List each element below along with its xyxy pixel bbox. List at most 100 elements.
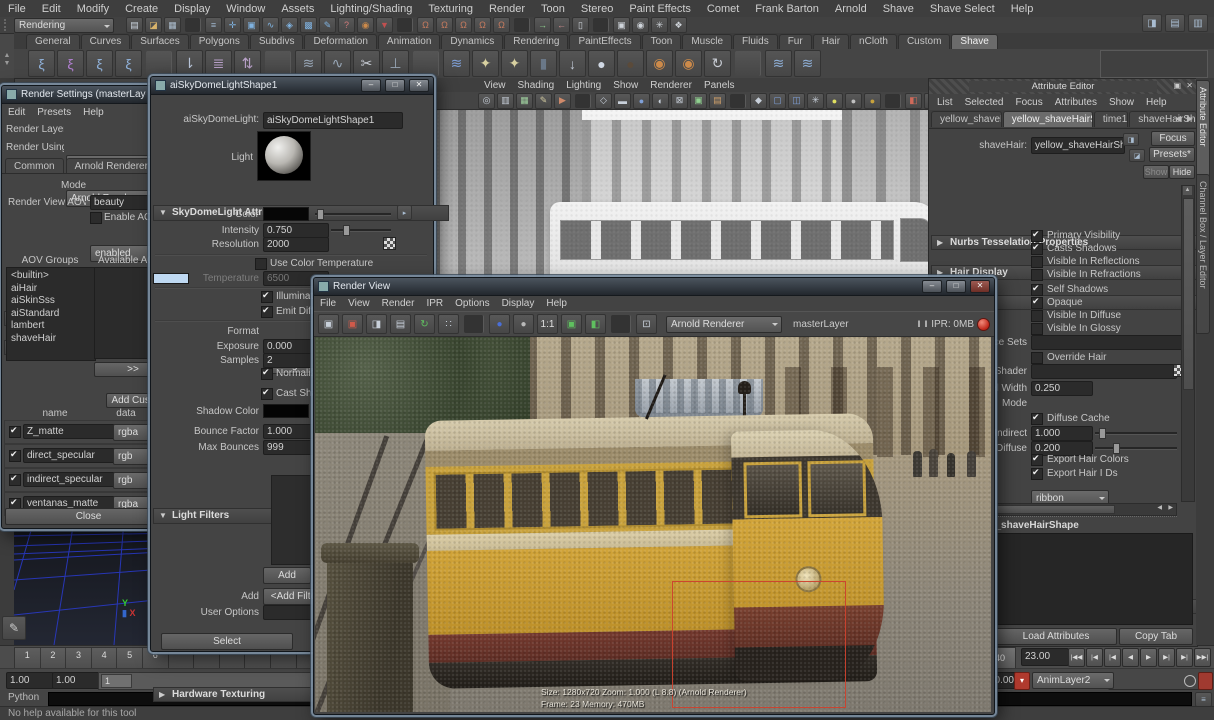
open-scene-icon[interactable]: ◪	[145, 17, 162, 33]
maximize-button[interactable]: □	[946, 280, 966, 293]
render-settings-tab[interactable]: Arnold Renderer	[66, 158, 157, 174]
close-button[interactable]: ✕	[409, 79, 429, 92]
attribute-editor-menu-item[interactable]: Attributes	[1049, 94, 1103, 110]
anim-layer-icon[interactable]	[1198, 672, 1213, 690]
step-back-key-button[interactable]: |◀	[1104, 648, 1121, 667]
menubar-item[interactable]: Paint Effects	[621, 0, 699, 17]
snap-curve-icon[interactable]: Ω	[436, 17, 453, 33]
menubar-item[interactable]: Texturing	[420, 0, 481, 17]
textured-icon[interactable]: ●	[633, 93, 650, 109]
shelf-icon[interactable]	[146, 51, 172, 76]
checkbox[interactable]	[1031, 323, 1043, 335]
shave-recomb-icon[interactable]: ξ	[115, 50, 142, 77]
save-scene-icon[interactable]: ▦	[164, 17, 181, 33]
one-to-one-icon[interactable]: 1:1	[537, 314, 558, 334]
lock-selection-icon[interactable]: ◉	[357, 17, 374, 33]
checkbox[interactable]	[1031, 230, 1043, 242]
render-settings-titlebar[interactable]: Render Settings (masterLayer) ✕	[2, 86, 174, 104]
paint-select-icon[interactable]: ✎	[319, 17, 336, 33]
display-exposure-icon[interactable]: ▣	[561, 314, 582, 334]
indirect-slider[interactable]	[1095, 432, 1177, 435]
focus-button[interactable]: Focus	[1151, 131, 1195, 146]
render-view-menu-item[interactable]: View	[342, 296, 376, 311]
status-icon[interactable]	[514, 18, 530, 32]
shave-comb-icon[interactable]: ⇂	[176, 50, 203, 77]
menubar-item[interactable]: Stereo	[573, 0, 621, 17]
viewport-menu-item[interactable]: Renderer	[644, 78, 698, 92]
step-back-frame-button[interactable]: |◀	[1086, 648, 1103, 667]
show-button[interactable]: Show	[1143, 165, 1169, 179]
screen-space-ao-icon[interactable]: ▣	[690, 93, 707, 109]
attribute-editor-menu-item[interactable]: Selected	[959, 94, 1010, 110]
shelf-tab[interactable]: Surfaces	[131, 34, 188, 49]
hair-shader-field[interactable]	[1031, 364, 1177, 379]
ae-vertical-scrollbar[interactable]: ▲	[1181, 185, 1195, 502]
close-render-settings-button[interactable]: Close	[5, 508, 172, 525]
indirect-diffuse-slider[interactable]	[1095, 447, 1177, 450]
lights-icon[interactable]: ◐	[652, 93, 669, 109]
diffuse-cache-checkbox[interactable]	[1031, 413, 1043, 425]
aov-enabled-checkbox[interactable]	[9, 474, 21, 486]
render-view-aov-field[interactable]: beauty	[90, 195, 154, 210]
render-view-menu-item[interactable]: File	[314, 296, 342, 311]
menubar-item[interactable]: Create	[117, 0, 166, 17]
node-name-field[interactable]: yellow_shaveHairShape	[1031, 137, 1125, 154]
exposure-icon[interactable]: ✳	[807, 93, 824, 109]
menubar-item[interactable]: Frank Barton	[747, 0, 827, 17]
shadow-color-swatch[interactable]	[263, 404, 309, 418]
shave-create-hair-icon[interactable]: ξ	[28, 50, 55, 77]
export-hair-colors-checkbox[interactable]	[1031, 454, 1043, 466]
trace-sets-field[interactable]	[1031, 335, 1189, 350]
indirect-field[interactable]: 1.000	[1031, 426, 1093, 441]
render-settings-icon[interactable]: ✳	[651, 17, 668, 33]
menu-set-select[interactable]: Rendering	[14, 18, 114, 33]
render-settings-menu-item[interactable]: Help	[77, 104, 110, 120]
key-icon[interactable]	[1184, 675, 1196, 687]
shelf-icon[interactable]	[735, 51, 761, 76]
select-component-icon[interactable]: ▣	[243, 17, 260, 33]
normalize-checkbox[interactable]	[261, 368, 273, 380]
motion-blur-icon[interactable]: ▤	[709, 93, 726, 109]
menubar-item[interactable]: Toon	[533, 0, 573, 17]
aov-group-item[interactable]: aiStandard	[11, 308, 95, 321]
menubar-item[interactable]: Shave Select	[922, 0, 1003, 17]
shelf-tab[interactable]: Dynamics	[441, 34, 503, 49]
pixel-width-field[interactable]: 0.250	[1031, 381, 1093, 396]
attribute-editor-tab[interactable]: yellow_shaveHairShape	[1003, 111, 1093, 127]
attribute-editor-toggle-icon[interactable]: ▤	[1165, 14, 1185, 32]
aov-name-field[interactable]: direct_specular	[23, 448, 115, 463]
menubar-item[interactable]: Lighting/Shading	[322, 0, 420, 17]
construction-history-icon[interactable]: ▯	[572, 17, 589, 33]
cast-shadows-checkbox[interactable]	[261, 388, 273, 400]
render-view-menu-item[interactable]: Display	[496, 296, 541, 311]
aov-group-item[interactable]: aiHair	[11, 283, 95, 296]
render-settings-menu-item[interactable]: Presets	[31, 104, 77, 120]
shave-drop-icon[interactable]: ↓	[559, 50, 586, 77]
menubar-item[interactable]: Arnold	[827, 0, 875, 17]
ipr-stop-icon[interactable]	[977, 318, 990, 331]
minimize-button[interactable]: –	[361, 79, 381, 92]
shelf-tab[interactable]: Subdivs	[250, 34, 304, 49]
play-backwards-button[interactable]: ◀	[1122, 648, 1139, 667]
shave-style-hair-icon[interactable]: ξ	[86, 50, 113, 77]
color-slider[interactable]	[315, 213, 391, 216]
light-gold-icon[interactable]: ●	[864, 93, 881, 109]
tab-scroll-right-icon[interactable]: ▶	[1187, 114, 1193, 123]
aov-group-item[interactable]: shaveHair	[11, 333, 95, 346]
input-connections-icon[interactable]: →	[534, 17, 551, 33]
export-hair-ids-checkbox[interactable]	[1031, 468, 1043, 480]
add-filter-list-button[interactable]: Add	[263, 567, 311, 584]
shave-sphere-icon[interactable]: ●	[588, 50, 615, 77]
light-yellow-icon[interactable]: ●	[826, 93, 843, 109]
attribute-editor-menu-item[interactable]: Focus	[1009, 94, 1048, 110]
shelf-tab[interactable]: Hair	[813, 34, 849, 49]
select-object-icon[interactable]: ✛	[224, 17, 241, 33]
menubar-item[interactable]: Edit	[34, 0, 69, 17]
snap-to-grid-icon[interactable]: ◧	[905, 93, 922, 109]
shave-arc-icon[interactable]: ↻	[704, 50, 731, 77]
shave-clump-icon[interactable]: ≋	[295, 50, 322, 77]
current-time-field[interactable]: 23.00	[1021, 648, 1069, 666]
snapshot-icon[interactable]: ◨	[366, 314, 387, 334]
viewport-toolbar-icon[interactable]	[575, 94, 591, 108]
script-editor-icon[interactable]: ≡	[1195, 692, 1212, 707]
